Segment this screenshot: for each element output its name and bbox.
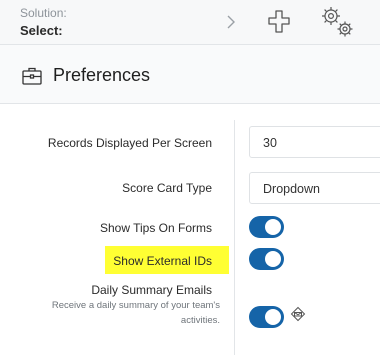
email-options-icon[interactable]: [290, 306, 306, 322]
section-divider: [0, 103, 380, 104]
show-tips-label: Show Tips On Forms: [99, 221, 212, 235]
add-icon[interactable]: [267, 9, 291, 35]
column-divider: [234, 120, 235, 355]
show-tips-toggle[interactable]: [249, 216, 284, 238]
score-card-type-select[interactable]: Dropdown: [249, 172, 380, 204]
show-external-ids-toggle[interactable]: [249, 248, 284, 270]
chevron-right-icon[interactable]: [224, 12, 238, 32]
daily-summary-label: Daily Summary Emails: [91, 283, 212, 297]
top-bar: Solution: Select:: [0, 0, 380, 44]
preferences-header: Preferences: [0, 45, 380, 103]
toggle-knob: [265, 251, 281, 267]
daily-summary-desc-line1: Receive a daily summary of your team's: [51, 300, 220, 311]
daily-summary-desc-line2: activities.: [180, 315, 220, 326]
show-external-ids-label: Show External IDs: [113, 254, 212, 268]
daily-summary-description: Receive a daily summary of your team's a…: [0, 298, 220, 328]
daily-summary-toggle[interactable]: [249, 306, 284, 328]
briefcase-icon: [22, 67, 42, 85]
toggle-knob: [265, 219, 281, 235]
records-per-screen-input[interactable]: 30: [249, 126, 380, 158]
score-card-type-label: Score Card Type: [122, 181, 212, 195]
solution-select[interactable]: Select:: [20, 23, 63, 38]
page-title: Preferences: [53, 65, 151, 85]
toggle-knob: [265, 309, 281, 325]
settings-gears-icon[interactable]: [318, 4, 358, 40]
records-per-screen-label: Records Displayed Per Screen: [47, 136, 212, 150]
solution-label: Solution:: [20, 6, 67, 20]
